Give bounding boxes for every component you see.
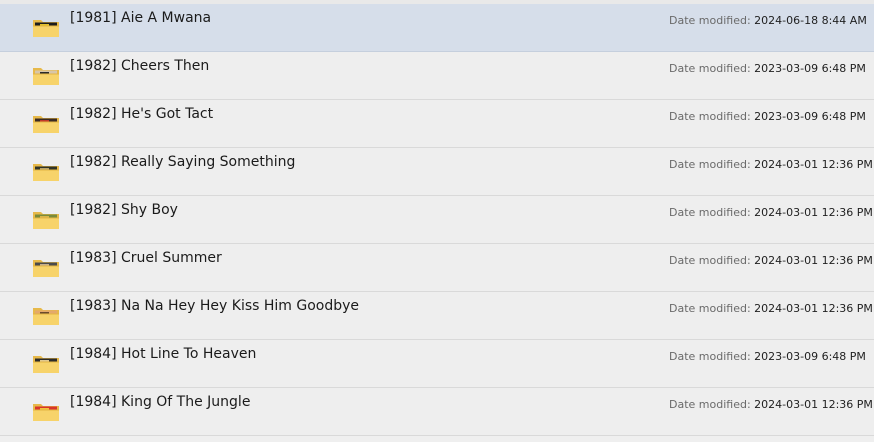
date-modified-value: 2024-03-01 12:36 PM [754, 206, 873, 219]
folder-row-1[interactable]: [1981] Aie A Mwana Date modified: 2024-0… [0, 4, 874, 52]
date-modified-value: 2024-03-01 12:36 PM [754, 302, 873, 315]
file-list: [1981] Aie A Mwana Date modified: 2024-0… [0, 4, 874, 436]
folder-name: [1983] Na Na Hey Hey Kiss Him Goodbye [70, 298, 360, 314]
date-modified: Date modified: 2024-03-01 12:36 PM [669, 158, 873, 171]
folder-name: [1984] Hot Line To Heaven [70, 346, 257, 362]
date-modified: Date modified: 2023-03-09 6:48 PM [669, 110, 866, 123]
folder-row-8[interactable]: [1984] Hot Line To Heaven Date modified:… [0, 340, 874, 388]
date-modified-value: 2023-03-09 6:48 PM [754, 62, 866, 75]
folder-name: [1983] Cruel Summer [70, 250, 222, 266]
date-modified-label: Date modified: [669, 254, 751, 267]
folder-row-3[interactable]: [1982] He's Got Tact Date modified: 2023… [0, 100, 874, 148]
folder-row-5[interactable]: [1982] Shy Boy Date modified: 2024-03-01… [0, 196, 874, 244]
folder-icon [33, 356, 59, 373]
date-modified: Date modified: 2024-06-18 8:44 AM [669, 14, 867, 27]
date-modified: Date modified: 2024-03-01 12:36 PM [669, 206, 873, 219]
date-modified-value: 2024-03-01 12:36 PM [754, 254, 873, 267]
folder-name: [1981] Aie A Mwana [70, 10, 212, 26]
date-modified-label: Date modified: [669, 206, 751, 219]
folder-row-6[interactable]: [1983] Cruel Summer Date modified: 2024-… [0, 244, 874, 292]
folder-row-7[interactable]: [1983] Na Na Hey Hey Kiss Him Goodbye Da… [0, 292, 874, 340]
folder-name: [1984] King Of The Jungle [70, 394, 251, 410]
date-modified-label: Date modified: [669, 350, 751, 363]
folder-row-4[interactable]: [1982] Really Saying Something Date modi… [0, 148, 874, 196]
date-modified-value: 2024-03-01 12:36 PM [754, 158, 873, 171]
date-modified: Date modified: 2024-03-01 12:36 PM [669, 398, 873, 411]
date-modified-label: Date modified: [669, 398, 751, 411]
folder-row-9[interactable]: [1984] King Of The Jungle Date modified:… [0, 388, 874, 436]
folder-icon [33, 212, 59, 229]
date-modified-label: Date modified: [669, 110, 751, 123]
folder-icon [33, 68, 59, 85]
date-modified-label: Date modified: [669, 62, 751, 75]
folder-icon [33, 404, 59, 421]
folder-name: [1982] Cheers Then [70, 58, 210, 74]
folder-name: [1982] He's Got Tact [70, 106, 214, 122]
folder-icon [33, 20, 59, 37]
folder-name: [1982] Shy Boy [70, 202, 178, 218]
date-modified: Date modified: 2023-03-09 6:48 PM [669, 350, 866, 363]
folder-icon [33, 164, 59, 181]
date-modified: Date modified: 2024-03-01 12:36 PM [669, 254, 873, 267]
date-modified-label: Date modified: [669, 158, 751, 171]
date-modified-label: Date modified: [669, 14, 751, 27]
folder-name: [1982] Really Saying Something [70, 154, 296, 170]
folder-icon [33, 116, 59, 133]
date-modified-label: Date modified: [669, 302, 751, 315]
date-modified-value: 2024-06-18 8:44 AM [754, 14, 867, 27]
date-modified-value: 2023-03-09 6:48 PM [754, 110, 866, 123]
date-modified-value: 2024-03-01 12:36 PM [754, 398, 873, 411]
folder-icon [33, 260, 59, 277]
date-modified: Date modified: 2024-03-01 12:36 PM [669, 302, 873, 315]
folder-row-2[interactable]: [1982] Cheers Then Date modified: 2023-0… [0, 52, 874, 100]
date-modified: Date modified: 2023-03-09 6:48 PM [669, 62, 866, 75]
folder-icon [33, 308, 59, 325]
date-modified-value: 2023-03-09 6:48 PM [754, 350, 866, 363]
